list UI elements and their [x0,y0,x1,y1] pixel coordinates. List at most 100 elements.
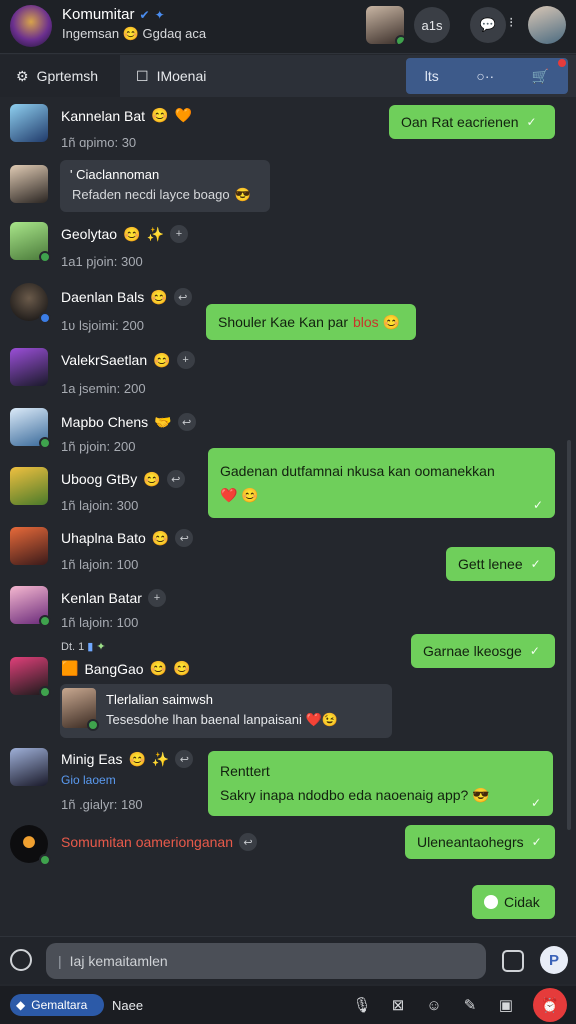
emoji-icon[interactable]: ☺ [424,995,444,1015]
outgoing-message[interactable]: Gadenan dutfamnai nkusa kan oomanekkan ❤… [208,448,555,518]
chat-subtitle: Ingemsan [62,26,120,41]
avatar[interactable] [10,657,51,698]
scrollbar[interactable] [567,440,571,830]
message-card-title: ' Ciaclannoman [70,167,160,182]
sparkle-emoji-icon: ✨ [146,225,164,242]
composer: | Iaj kemaitamlen P [0,936,576,984]
message-sender: Uboog GtBy 😊 ↩ [61,470,185,488]
online-check-icon [39,854,51,866]
message-card[interactable]: ' Ciaclannoman Refaden necdi layce boago… [60,160,270,212]
smile-emoji-icon: 😊 [150,288,168,305]
reply-icon[interactable]: ↩ [177,413,196,431]
notifications-button[interactable]: ⏰ [533,988,567,1022]
members-count-button[interactable]: a1s [414,7,450,43]
avatar[interactable] [10,222,51,263]
compass-icon: ◆ [16,998,26,1012]
chat-subtitle-tail: Ggdaq aca [142,26,207,41]
stats-button[interactable]: lts [425,68,439,84]
reply-icon[interactable]: ↩ [175,529,194,547]
tab-imoenai[interactable]: ☐ IMoenai [120,55,270,97]
outgoing-message[interactable]: Oan Rat eacrienen ✓ [389,105,555,139]
avatar[interactable] [10,825,51,866]
grid-icon[interactable]: ⊠ [388,995,408,1015]
cart-button[interactable]: 🛒 [532,68,549,85]
message-sender: Mapbo Chens 🤝 ↩ [61,413,196,431]
cursor-icon: | [58,953,62,969]
more-options-icon[interactable]: ⁝ [509,14,513,31]
message-sender: 🟧 BangGao 😊 😊 [61,660,191,677]
mic-icon[interactable]: 🎙 [352,995,372,1015]
outgoing-message[interactable]: Cidak [472,885,555,919]
outgoing-message[interactable]: Gett lenee ✓ [446,547,555,581]
message-sub: Gio laoem [61,773,116,787]
reply-icon[interactable]: + [176,351,195,369]
reply-icon[interactable]: ↩ [166,470,185,488]
quote-title: Tlerlalian saimwsh [106,692,213,707]
avatar[interactable] [10,283,51,324]
tab-label: Gprtemsh [36,68,99,84]
avatar[interactable] [10,586,51,627]
message-sender: ValekrSaetlan 😊 + [61,351,195,369]
message-meta: 1ñ lajoin: 100 [61,557,139,572]
outgoing-message[interactable]: Renttert Sakry inapa ndodbo eda naoenaig… [208,751,553,816]
members-count: a1s [421,17,443,33]
search-button[interactable]: ○·· [476,68,494,84]
profile-avatar[interactable] [528,6,566,44]
contact-avatar[interactable] [366,6,404,44]
send-button[interactable]: P [540,946,568,974]
online-check-icon [39,312,51,324]
online-check-icon [395,35,404,44]
read-check-icon: ✓ [530,557,541,571]
sticker-button-icon[interactable]: ✎ [460,995,480,1015]
star-icon: ✦ [154,7,165,22]
avatar[interactable] [10,348,48,386]
outgoing-message[interactable]: Uleneantaohegrs ✓ [405,825,555,859]
bottom-label: Naee [112,998,144,1013]
message-meta: 1ñ lajoin: 100 [61,615,139,630]
bottom-pill[interactable]: ◆ Gemaltara [10,994,104,1016]
tab-gprtemsh[interactable]: ⚙ Gprtemsh [0,55,120,97]
gear-icon: ⚙ [16,67,29,84]
chat-header: Komumitar ✔ ✦ Ingemsan 😊 Ggdaq aca a1s 💬… [0,0,576,54]
reply-icon[interactable]: ↩ [239,833,257,851]
read-check-icon: ✓ [531,835,542,849]
online-check-icon [39,251,51,263]
smile-emoji-icon: 😊 [382,313,401,330]
outgoing-message[interactable]: Garnae lkeosge ✓ [411,634,555,668]
sticker-icon: 😎 [472,787,490,803]
image-button[interactable] [502,950,524,972]
notification-dot [558,59,566,67]
message-meta: 1a1 pjoin: 300 [61,254,143,269]
quoted-message[interactable]: Tlerlalian saimwsh Tesesdohe lhan baenal… [60,684,392,738]
reply-icon[interactable]: ↩ [173,288,192,306]
verified-icon: ✔ [139,7,150,22]
message-prefix: Dt. 1 ▮ ✦ [61,641,106,653]
read-check-icon: ✓ [529,644,540,658]
message-meta: 1a jsemin: 200 [61,381,146,396]
avatar[interactable] [10,467,48,505]
smile-emoji-icon: 😊 [123,225,141,242]
smile-emoji-icon: 😊 [149,660,168,676]
quote-avatar [62,688,99,731]
message-input[interactable]: | Iaj kemaitamlen [46,943,486,979]
reply-icon[interactable]: + [169,225,188,243]
message-sender: Uhaplna Bato 😊 ↩ [61,529,194,547]
avatar[interactable] [10,527,48,565]
gallery-icon[interactable]: ▣ [496,995,516,1015]
group-avatar[interactable] [10,5,52,47]
reply-icon[interactable]: ↩ [175,750,194,768]
chat-bubble-button[interactable]: 💬 [470,7,506,43]
tab-label: IMoenai [156,68,207,84]
message-meta: 1ñ lajoin: 300 [61,498,139,513]
avatar[interactable] [10,748,48,786]
message-sender: Geolytao 😊 ✨ + [61,225,188,243]
badge-icon: 🟧 [61,660,79,676]
outgoing-message[interactable]: Shouler Kae Kan par blos 😊 [206,304,416,340]
attach-icon[interactable] [10,949,32,971]
message-sender: Kannelan Bat 😊 🧡 [61,107,192,124]
avatar[interactable] [10,104,48,142]
read-check-icon: ✓ [526,115,537,129]
avatar[interactable] [10,408,51,449]
reply-icon[interactable]: + [147,589,166,607]
avatar[interactable] [10,165,48,203]
